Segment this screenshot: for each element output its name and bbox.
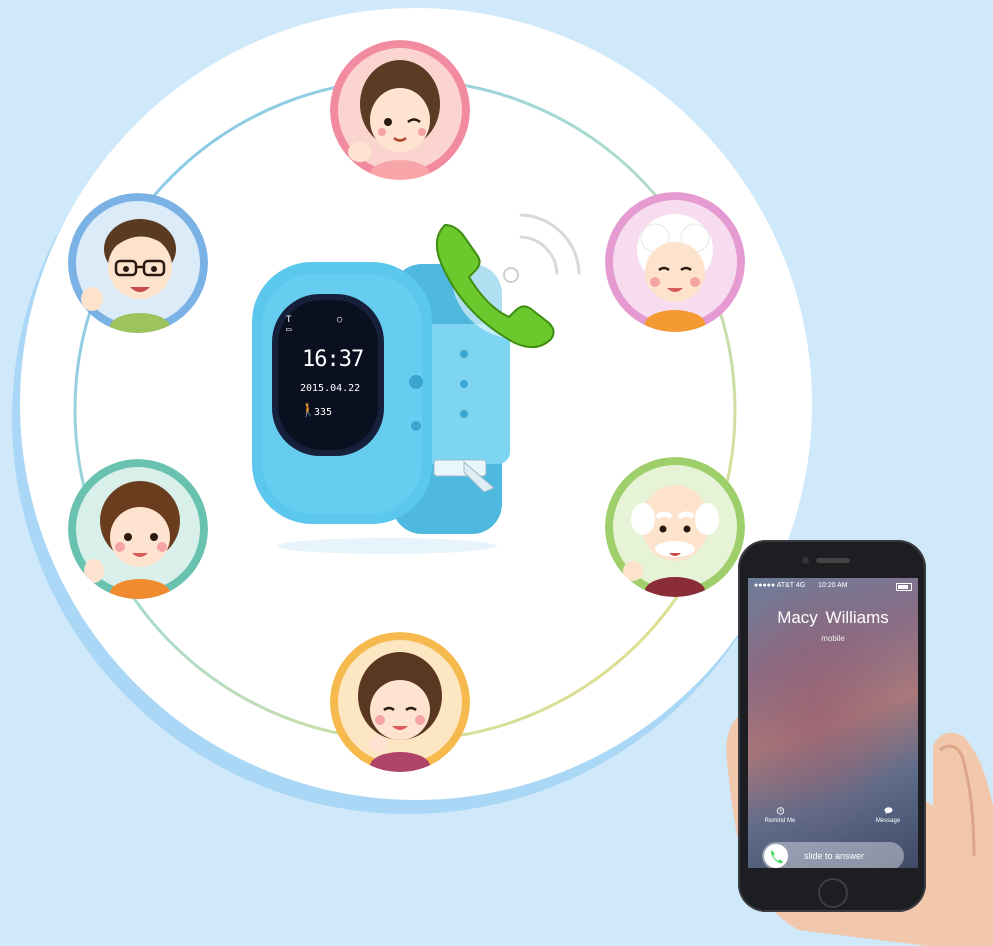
remind-me-label: Remind Me [764,818,796,824]
watch-date: 2015.04.22 [300,383,361,394]
home-button[interactable] [818,878,848,908]
father-avatar-icon [68,193,208,333]
camera-icon [802,557,809,564]
battery-icon [896,583,912,591]
status-bar: ●●●●● AT&T 4G 10:20 AM [754,582,912,592]
message-button[interactable]: Message [868,806,908,824]
status-time: 10:20 AM [818,582,848,589]
alarm-clock-icon [776,807,784,815]
smartphone: ●●●●● AT&T 4G 10:20 AM Macy Williams mob… [738,540,926,912]
girl-avatar-icon [330,632,470,772]
caller-name: Macy Williams [777,608,889,627]
mother-avatar-icon [330,40,470,180]
boy-avatar-icon [68,459,208,599]
remind-me-button[interactable]: Remind Me [760,806,800,824]
slide-to-answer-label: slide to answer [804,851,865,861]
phone-handset-icon [771,850,783,864]
incoming-call-screen: ●●●●● AT&T 4G 10:20 AM Macy Williams mob… [748,578,918,868]
message-bubble-icon [884,807,892,815]
carrier-signal: ●●●●● AT&T 4G [754,582,806,589]
product-scene: T ○ ▭ 16:37 2015.04.22 🚶 335 ●●●●● AT&T … [0,0,993,946]
caller-line-type: mobile [821,634,845,643]
watch-time: 16:37 [302,347,364,372]
watch-status-icons: T ○ ▭ [286,315,363,335]
watch-display: T ○ ▭ 16:37 2015.04.22 🚶 335 [278,297,376,447]
grandmother-avatar-icon [605,192,745,332]
answer-knob[interactable] [764,844,788,868]
message-label: Message [875,818,901,824]
watch-step-count: 335 [314,407,333,418]
grandfather-avatar-icon [605,457,745,597]
slide-to-answer-slider[interactable]: slide to answer [762,842,904,868]
incoming-call-icon [435,207,584,349]
speaker-grille [816,558,850,563]
